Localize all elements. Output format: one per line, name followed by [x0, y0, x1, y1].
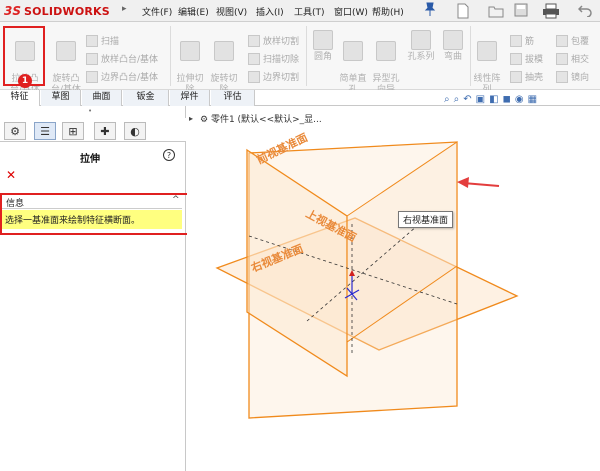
- revolve-cut-button[interactable]: 旋转切 除: [208, 30, 240, 96]
- logo-expand-icon[interactable]: ▸: [122, 4, 134, 18]
- pin-icon[interactable]: [424, 2, 438, 18]
- tab-surfaces[interactable]: 曲面: [82, 90, 122, 106]
- menu-edit[interactable]: 编辑(E): [178, 5, 209, 18]
- menu-tools[interactable]: 工具(T): [294, 5, 325, 18]
- linear-pattern-button[interactable]: 线性阵 列: [472, 30, 502, 96]
- tab-evaluate[interactable]: 评估: [211, 90, 255, 106]
- ribbon-divider: [470, 26, 471, 86]
- previous-view-icon[interactable]: ↶: [463, 94, 475, 105]
- boundary-boss-icon: [86, 70, 98, 83]
- wrap-button[interactable]: 包覆: [556, 34, 589, 47]
- section-view-icon[interactable]: ▣: [476, 94, 489, 105]
- revolve-cut-icon: [214, 41, 234, 61]
- revolve-boss-icon: [56, 41, 76, 61]
- menu-file[interactable]: 文件(F): [142, 5, 172, 18]
- ribbon-divider: [170, 26, 171, 86]
- ds-logo-icon: 3S: [4, 4, 21, 18]
- tab-features[interactable]: 特征: [0, 90, 40, 106]
- tab-sheet-metal[interactable]: 钣金: [123, 90, 169, 106]
- highlight-box-info: [0, 193, 192, 235]
- mirror-button[interactable]: 镜向: [556, 70, 589, 83]
- fillet-button[interactable]: 圆角: [310, 30, 336, 63]
- revolve-boss-button[interactable]: 旋转凸 台/基体: [50, 30, 82, 96]
- mirror-icon: [556, 70, 568, 83]
- view-settings-icon[interactable]: ▦: [528, 94, 541, 105]
- intersect-icon: [556, 52, 568, 65]
- feature-tree-tab-icon[interactable]: ⚙: [4, 122, 26, 140]
- boundary-cut-icon: [248, 70, 260, 83]
- panel-title: 拉伸: [80, 154, 100, 165]
- extrude-cut-button[interactable]: 拉伸切 除: [174, 30, 206, 96]
- boundary-boss-button[interactable]: 边界凸台/基体: [86, 70, 158, 83]
- display-style-icon[interactable]: ◼: [503, 94, 515, 105]
- dimxpert-tab-icon[interactable]: ✚: [94, 122, 116, 140]
- panel-grip-icon[interactable]: •: [88, 107, 96, 115]
- sweep-icon: [86, 34, 98, 47]
- ribbon-divider: [306, 26, 307, 86]
- zoom-area-icon[interactable]: ⌕: [454, 94, 464, 105]
- tab-sketch[interactable]: 草图: [41, 90, 81, 106]
- tab-weldments[interactable]: 焊件: [170, 90, 210, 106]
- reference-planes-view[interactable]: 前视基准面 上视基准面 右视基准面: [187, 106, 600, 471]
- hole-series-icon: [411, 30, 431, 50]
- view-orientation-icon[interactable]: ◧: [489, 94, 502, 105]
- menu-help[interactable]: 帮助(H): [372, 5, 404, 18]
- new-file-icon[interactable]: [456, 3, 470, 19]
- curve-icon: [443, 30, 463, 50]
- pointer-arrow-icon: [457, 177, 469, 188]
- plane-tooltip: 右视基准面: [398, 211, 454, 228]
- sweep-cut-button[interactable]: 扫描切除: [248, 52, 299, 65]
- hide-show-icon[interactable]: ◉: [515, 94, 528, 105]
- logo-text: SOLIDWORKS: [24, 4, 110, 18]
- fillet-icon: [313, 30, 333, 50]
- menu-window[interactable]: 窗口(W): [334, 5, 368, 18]
- draft-icon: [510, 52, 522, 65]
- zoom-to-fit-icon[interactable]: ⌕: [444, 94, 454, 105]
- open-file-icon[interactable]: [488, 3, 504, 19]
- menu-insert[interactable]: 插入(I): [256, 5, 284, 18]
- loft-cut-button[interactable]: 放样切割: [248, 34, 299, 47]
- property-manager-tab-icon[interactable]: ☰: [34, 122, 56, 140]
- extrude-cut-icon: [180, 41, 200, 61]
- loft-boss-button[interactable]: 放样凸台/基体: [86, 52, 158, 65]
- help-icon[interactable]: ?: [163, 149, 175, 161]
- hole-wizard-icon: [376, 41, 396, 61]
- loft-cut-icon: [248, 34, 260, 47]
- print-icon[interactable]: [542, 3, 560, 19]
- shell-button[interactable]: 抽壳: [510, 70, 543, 83]
- shell-icon: [510, 70, 522, 83]
- sweep-cut-icon: [248, 52, 260, 65]
- appearance-tab-icon[interactable]: ◐: [124, 122, 146, 140]
- simple-hole-icon: [343, 41, 363, 61]
- hole-series-button[interactable]: 孔系列: [404, 30, 438, 63]
- panel-tab-strip: [0, 118, 186, 142]
- heads-up-view-toolbar[interactable]: ⌕⌕↶▣◧◼◉▦: [444, 94, 541, 105]
- solidworks-logo[interactable]: 3S SOLIDWORKS: [4, 3, 110, 19]
- simple-hole-button[interactable]: 简单直 孔: [338, 30, 368, 96]
- configuration-tab-icon[interactable]: ⊞: [62, 122, 84, 140]
- undo-icon[interactable]: [577, 3, 592, 19]
- menu-view[interactable]: 视图(V): [216, 5, 247, 18]
- linear-pattern-icon: [477, 41, 497, 61]
- loft-boss-icon: [86, 52, 98, 65]
- intersect-button[interactable]: 相交: [556, 52, 589, 65]
- curve-button[interactable]: 弯曲: [440, 30, 466, 63]
- hole-wizard-button[interactable]: 异型孔 向导: [370, 30, 402, 96]
- sweep-button[interactable]: 扫描: [86, 34, 119, 47]
- wrap-icon: [556, 34, 568, 47]
- boundary-cut-button[interactable]: 边界切割: [248, 70, 299, 83]
- rib-button[interactable]: 筋: [510, 34, 534, 47]
- cancel-icon[interactable]: ✕: [6, 168, 16, 182]
- save-icon[interactable]: [514, 3, 528, 19]
- step-badge: 1: [18, 74, 32, 88]
- draft-button[interactable]: 拔模: [510, 52, 543, 65]
- rib-icon: [510, 34, 522, 47]
